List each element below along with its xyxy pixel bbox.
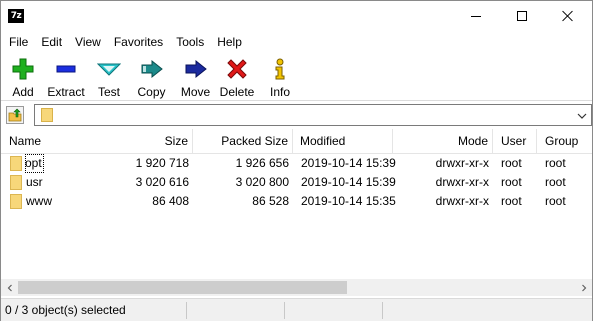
row-modified: 2019-10-14 15:35 xyxy=(301,194,396,208)
status-bar: 0 / 3 object(s) selected xyxy=(1,298,592,321)
row-size: 1 920 718 xyxy=(135,156,189,170)
maximize-icon xyxy=(517,11,527,21)
app-window: 7z File Edit View Favorites Tools Help A… xyxy=(0,0,593,321)
row-mode: drwxr-xr-x xyxy=(435,156,489,170)
status-divider xyxy=(284,302,285,319)
menu-bar: File Edit View Favorites Tools Help xyxy=(1,32,592,52)
scroll-left-button[interactable] xyxy=(1,279,18,296)
column-header-modified[interactable]: Modified xyxy=(293,129,393,154)
chevron-left-icon xyxy=(7,284,12,291)
row-group: root xyxy=(545,194,566,208)
test-label: Test xyxy=(97,85,120,99)
status-divider xyxy=(186,302,187,319)
maximize-button[interactable] xyxy=(499,1,545,31)
row-packed-size: 86 528 xyxy=(252,194,289,208)
copy-arrow-icon xyxy=(140,58,164,80)
copy-button[interactable]: Copy xyxy=(129,54,174,100)
folder-up-icon xyxy=(8,108,22,122)
status-divider xyxy=(382,302,383,319)
row-group: root xyxy=(545,156,566,170)
7zip-app-icon[interactable]: 7z xyxy=(8,9,24,23)
info-icon xyxy=(268,58,292,80)
add-button[interactable]: Add xyxy=(3,54,43,100)
list-header: Name Size Packed Size Modified Mode User… xyxy=(1,129,592,154)
extract-button[interactable]: Extract xyxy=(43,54,89,100)
row-user: root xyxy=(501,175,522,189)
address-row xyxy=(1,102,592,128)
move-label: Move xyxy=(180,85,211,99)
toolbar: Add Extract Test Copy Move Delete Info xyxy=(1,54,592,101)
file-list[interactable]: Name Size Packed Size Modified Mode User… xyxy=(1,129,592,297)
minimize-icon xyxy=(471,15,481,17)
list-item[interactable]: opt 1 920 718 1 926 656 2019-10-14 15:39… xyxy=(1,154,592,173)
row-user: root xyxy=(501,156,522,170)
row-packed-size: 3 020 800 xyxy=(235,175,289,189)
delete-button[interactable]: Delete xyxy=(217,54,257,100)
row-size: 3 020 616 xyxy=(135,175,189,189)
column-header-group[interactable]: Group xyxy=(537,129,592,154)
menu-view[interactable]: View xyxy=(68,32,107,52)
move-button[interactable]: Move xyxy=(174,54,217,100)
column-header-user[interactable]: User xyxy=(493,129,537,154)
chevron-right-icon xyxy=(581,284,586,291)
column-header-size[interactable]: Size xyxy=(1,129,193,154)
menu-edit[interactable]: Edit xyxy=(34,32,68,52)
delete-x-icon xyxy=(225,58,249,80)
row-user: root xyxy=(501,194,522,208)
info-label: Info xyxy=(269,85,290,99)
folder-icon xyxy=(10,194,22,213)
row-size: 86 408 xyxy=(152,194,189,208)
row-mode: drwxr-xr-x xyxy=(435,194,489,208)
row-name: usr xyxy=(26,175,43,189)
info-button[interactable]: Info xyxy=(257,54,303,100)
selection-status: 0 / 3 object(s) selected xyxy=(5,303,126,317)
row-name: opt xyxy=(25,154,44,173)
row-packed-size: 1 926 656 xyxy=(235,156,289,170)
extract-label: Extract xyxy=(47,85,85,99)
row-group: root xyxy=(545,175,566,189)
menu-help[interactable]: Help xyxy=(210,32,248,52)
horizontal-scrollbar[interactable] xyxy=(1,279,592,296)
plus-icon xyxy=(11,58,35,80)
move-arrow-icon xyxy=(184,58,208,80)
scrollbar-thumb[interactable] xyxy=(18,281,347,294)
test-button[interactable]: Test xyxy=(89,54,129,100)
close-button[interactable] xyxy=(545,1,591,31)
add-label: Add xyxy=(12,85,34,99)
column-header-mode[interactable]: Mode xyxy=(393,129,493,154)
menu-file[interactable]: File xyxy=(1,32,34,52)
delete-label: Delete xyxy=(219,85,255,99)
row-modified: 2019-10-14 15:39 xyxy=(301,156,396,170)
address-combobox[interactable] xyxy=(34,104,592,126)
row-name: www xyxy=(26,194,52,208)
list-item[interactable]: www 86 408 86 528 2019-10-14 15:35 drwxr… xyxy=(1,192,592,211)
list-item[interactable]: usr 3 020 616 3 020 800 2019-10-14 15:39… xyxy=(1,173,592,192)
column-header-packed-size[interactable]: Packed Size xyxy=(193,129,293,154)
folder-icon xyxy=(41,108,53,125)
checkmark-icon xyxy=(97,58,121,80)
close-icon xyxy=(562,10,574,22)
minus-icon xyxy=(54,58,78,80)
folder-up-button[interactable] xyxy=(6,106,24,124)
minimize-button[interactable] xyxy=(453,1,499,31)
row-mode: drwxr-xr-x xyxy=(435,175,489,189)
menu-favorites[interactable]: Favorites xyxy=(107,32,169,52)
copy-label: Copy xyxy=(137,85,166,99)
title-bar: 7z xyxy=(1,1,592,31)
menu-tools[interactable]: Tools xyxy=(169,32,210,52)
row-modified: 2019-10-14 15:39 xyxy=(301,175,396,189)
scroll-right-button[interactable] xyxy=(575,279,592,296)
chevron-down-icon[interactable] xyxy=(577,110,587,120)
